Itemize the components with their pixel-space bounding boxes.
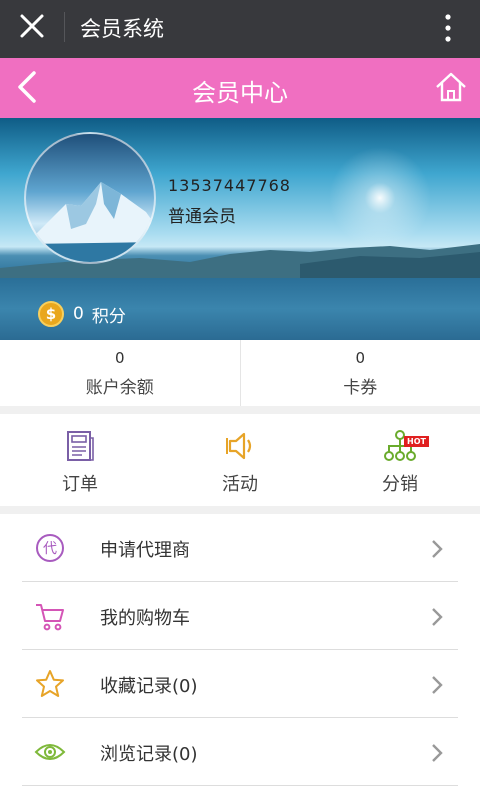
agent-icon: 代 — [36, 534, 64, 562]
avatar-mountain-image — [26, 182, 154, 262]
stat-value: 0 — [355, 349, 366, 367]
points-label: 积分 — [91, 306, 126, 327]
points-summary[interactable]: $ 0 积分 — [38, 300, 126, 328]
quick-label: 分销 — [382, 474, 418, 495]
chevron-right-icon — [432, 540, 443, 558]
order-icon — [67, 431, 94, 461]
phone-number: 13537447768 — [168, 176, 291, 195]
chevron-right-icon — [432, 608, 443, 626]
menu-label: 我的购物车 — [100, 608, 190, 629]
home-icon[interactable] — [434, 70, 468, 104]
member-level: 普通会员 — [168, 207, 236, 227]
menu-item-history[interactable]: 浏览记录(0) — [22, 718, 458, 786]
points-value: 0 — [73, 304, 84, 324]
menu-label: 收藏记录(0) — [100, 676, 198, 697]
menu-item-cart[interactable]: 我的购物车 — [22, 582, 458, 650]
quick-actions: 订单 活动 分销 — [0, 414, 480, 506]
quick-item-orders[interactable]: 订单 — [0, 414, 160, 506]
stat-coupons[interactable]: 0 卡券 — [239, 340, 480, 406]
window-title: 会员系统 — [80, 17, 164, 41]
coin-icon: $ — [38, 301, 64, 327]
quick-item-distribution[interactable]: 分销 — [320, 414, 480, 506]
star-icon — [36, 670, 64, 697]
quick-label: 活动 — [222, 474, 258, 495]
account-stats: 0 账户余额 0 卡券 — [0, 340, 480, 406]
profile-banner: 13537447768 普通会员 $ 0 积分 — [0, 118, 480, 340]
chevron-right-icon — [432, 676, 443, 694]
menu-item-apply-agent[interactable]: 代 申请代理商 — [22, 514, 458, 582]
close-icon[interactable] — [18, 12, 46, 40]
stat-label: 卡券 — [343, 378, 378, 398]
avatar[interactable] — [24, 132, 156, 264]
speaker-icon — [226, 432, 252, 460]
menu-label: 申请代理商 — [100, 540, 190, 561]
page-header: 会员中心 — [0, 58, 480, 118]
stat-value: 0 — [114, 349, 125, 367]
divider — [64, 12, 65, 42]
menu-list: 代 申请代理商 我的购物车 收藏记录(0) 浏览记录(0) — [0, 514, 480, 800]
top-bar: 会员系统 — [0, 0, 480, 58]
agent-icon-text: 代 — [43, 541, 57, 557]
page-title: 会员中心 — [192, 79, 288, 107]
stat-label: 账户余额 — [85, 378, 154, 398]
eye-icon — [34, 744, 66, 760]
quick-label: 订单 — [62, 474, 98, 495]
menu-item-favorites[interactable]: 收藏记录(0) — [22, 650, 458, 718]
chevron-right-icon — [432, 744, 443, 762]
hot-badge: HOT — [404, 436, 429, 447]
menu-label: 浏览记录(0) — [100, 744, 198, 765]
quick-item-activities[interactable]: 活动 — [160, 414, 320, 506]
stat-balance[interactable]: 0 账户余额 — [0, 340, 240, 406]
more-vertical-icon[interactable] — [444, 13, 452, 43]
cart-icon — [36, 604, 64, 631]
